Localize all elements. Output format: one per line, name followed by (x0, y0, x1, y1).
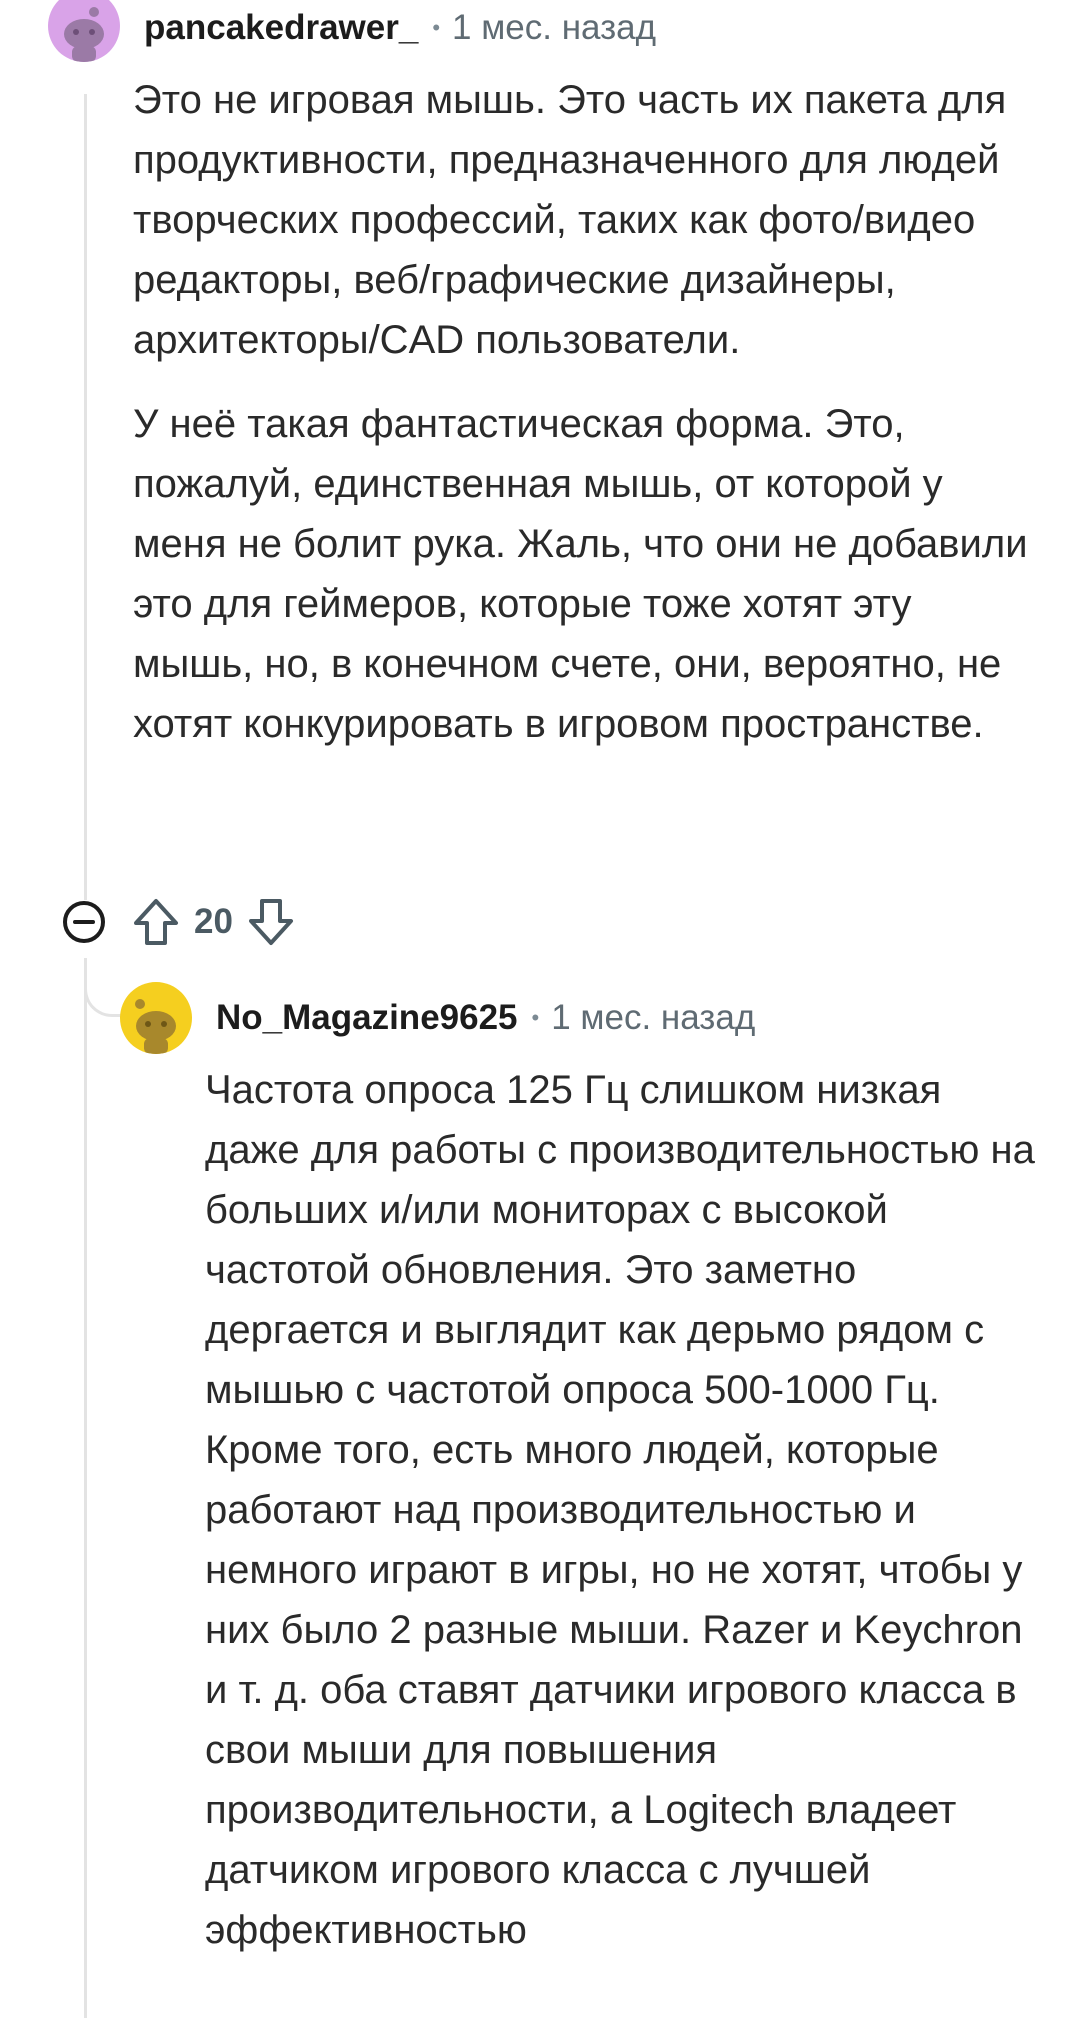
timestamp: 1 мес. назад (452, 8, 657, 47)
upvote-arrow-icon[interactable] (130, 896, 182, 948)
username[interactable]: No_Magazine9625 (216, 998, 518, 1038)
collapse-minus-icon[interactable] (60, 898, 108, 946)
comment-paragraph: У неё такая фантастическая форма. Это, п… (133, 402, 1028, 746)
vote-count: 20 (194, 902, 233, 941)
thread-connector (84, 972, 123, 1017)
comment-actions: 20 (60, 896, 297, 948)
comment-body: Частота опроса 125 Гц слишком низкая даж… (205, 1060, 1035, 1960)
avatar[interactable] (120, 982, 192, 1054)
comment-meta: pancakedrawer_ • 1 мес. назад (144, 8, 656, 48)
thread-line-root-continued (84, 958, 87, 2018)
comment-body: Это не игровая мышь. Это часть их пакета… (133, 70, 1033, 754)
separator-dot: • (531, 1005, 540, 1030)
reddit-snoo-avatar-icon (48, 0, 120, 62)
separator-dot: • (432, 15, 441, 40)
comment-meta: No_Magazine9625 • 1 мес. назад (216, 998, 755, 1038)
reddit-snoo-avatar-icon (120, 982, 192, 1054)
timestamp: 1 мес. назад (551, 998, 756, 1037)
avatar[interactable] (48, 0, 120, 62)
thread-line-root (84, 94, 87, 900)
comment-paragraph: Это не игровая мышь. Это часть их пакета… (133, 78, 1007, 362)
downvote-arrow-icon[interactable] (245, 896, 297, 948)
comment-paragraph: Частота опроса 125 Гц слишком низкая даж… (205, 1068, 1035, 1952)
username[interactable]: pancakedrawer_ (144, 8, 418, 48)
